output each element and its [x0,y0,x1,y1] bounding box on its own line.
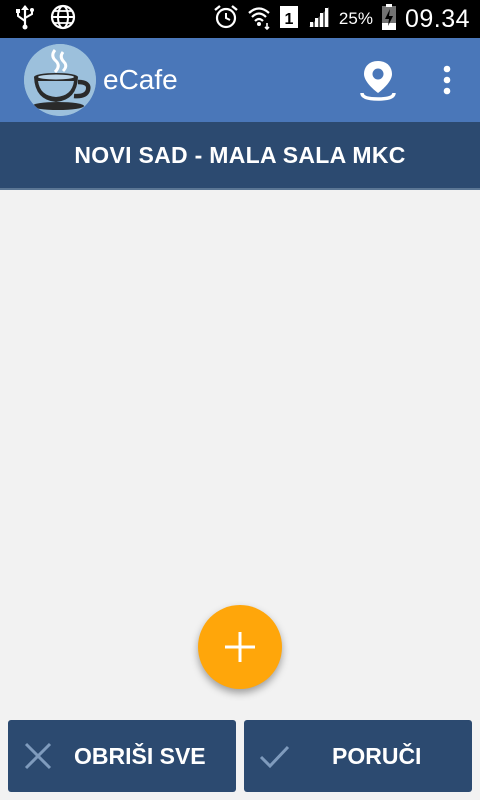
order-button[interactable]: PORUČI [244,720,472,792]
usb-icon [14,4,36,35]
clear-all-button[interactable]: OBRIŠI SVE [8,720,236,792]
close-icon [24,742,52,770]
signal-icon [307,5,331,34]
more-options-button[interactable] [432,64,462,96]
location-pin-button[interactable] [356,58,400,102]
order-label: PORUČI [332,743,422,769]
add-item-button[interactable] [198,605,282,689]
app-title: eCafe [103,64,178,95]
more-vert-icon [443,65,451,95]
plus-icon [225,632,255,662]
alarm-icon [213,4,239,35]
status-bar: 1 25% 09.34 [0,0,480,38]
battery-charging-icon [381,3,397,36]
battery-percent: 25% [338,9,373,28]
clear-all-label: OBRIŠI SVE [74,743,206,769]
app-bar: eCafe [0,38,480,122]
clock: 09.34 [404,4,470,33]
location-pin-icon [360,61,396,101]
wifi-icon [247,4,271,35]
location-header: NOVI SAD - MALA SALA MKC [0,122,480,190]
app-screen: 1 25% 09.34 eCafe NOVI SAD - MALA SALA M… [0,0,480,800]
coffee-cup-logo [24,44,96,116]
globe-icon [50,4,76,35]
check-icon [259,745,290,769]
sim-icon: 1 [279,4,299,35]
location-name: NOVI SAD - MALA SALA MKC [74,141,406,168]
svg-text:1: 1 [284,11,293,28]
